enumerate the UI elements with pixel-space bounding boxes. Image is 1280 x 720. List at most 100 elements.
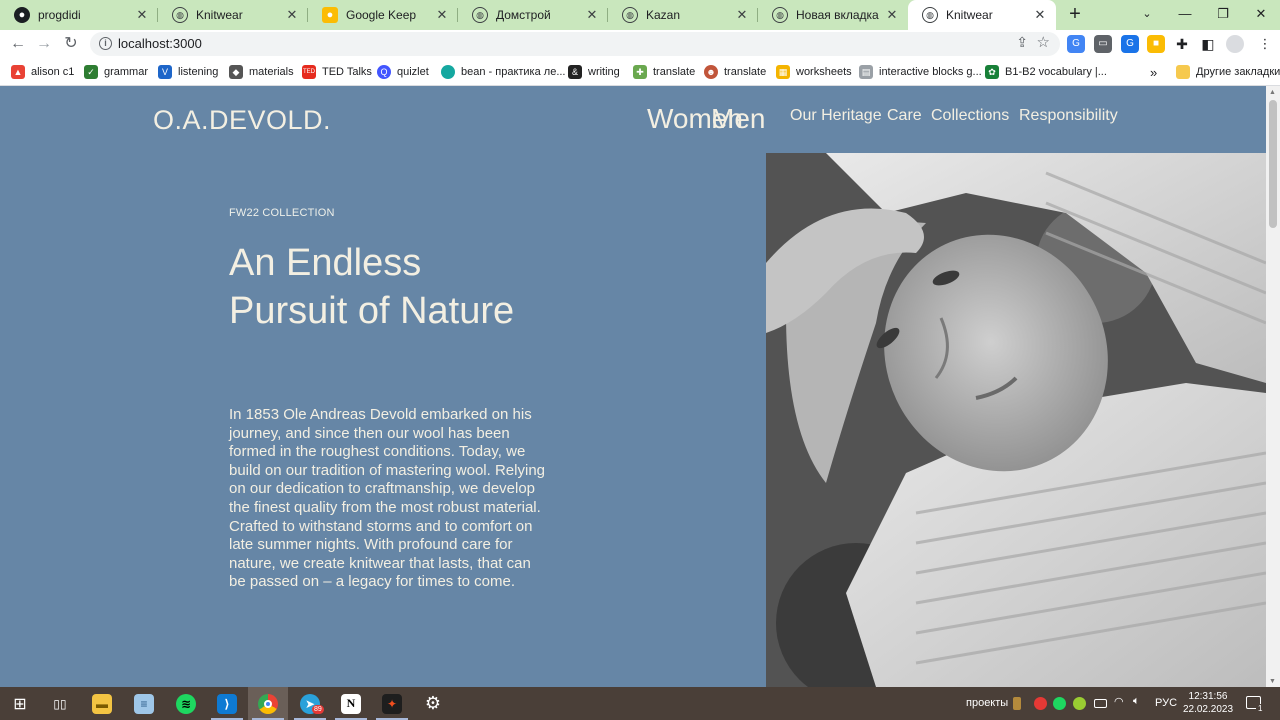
page-scrollbar[interactable]: ▲ ▼ [1266, 86, 1280, 687]
file-explorer-button[interactable]: ▬ [82, 687, 122, 720]
close-tab-icon[interactable]: ✕ [284, 7, 300, 23]
close-tab-icon[interactable]: ✕ [134, 7, 150, 23]
bookmark-icon: TED [302, 65, 316, 79]
site-logo[interactable]: O.A.DEVOLD. [153, 105, 331, 136]
cast-extension-icon[interactable]: ▭ [1094, 35, 1112, 53]
windows-start-button[interactable]: ⊞ [0, 687, 40, 720]
bookmark-label: materials [249, 66, 294, 78]
maximize-button[interactable]: ❐ [1204, 0, 1242, 30]
bookmark-icon: ☻ [704, 65, 718, 79]
github-icon: ● [14, 7, 30, 23]
site-info-icon[interactable]: i [99, 37, 112, 50]
task-view-button[interactable]: ▯▯ [40, 687, 80, 720]
close-tab-icon[interactable]: ✕ [1032, 7, 1048, 23]
tab-search-icon[interactable]: ⌄ [1128, 0, 1166, 30]
taskbar-clock[interactable]: 12:31:56 22.02.2023 [1178, 690, 1238, 716]
notion-button[interactable]: N [331, 687, 371, 720]
scrollbar-thumb[interactable] [1269, 100, 1277, 228]
scroll-down-arrow-icon[interactable]: ▼ [1269, 678, 1276, 685]
clock-time: 12:31:56 [1188, 691, 1228, 702]
volume-icon[interactable]: 🔈︎ [1133, 695, 1146, 708]
notepad-button[interactable]: ≡ [124, 687, 164, 720]
tray-spotify-icon[interactable] [1053, 697, 1066, 710]
wifi-icon[interactable]: ◠ [1114, 695, 1127, 708]
keep-icon: ● [322, 7, 338, 23]
new-tab-button[interactable]: + [1064, 3, 1086, 25]
nav-care[interactable]: Care [887, 107, 922, 125]
tab-title: Knitwear [946, 8, 993, 22]
forward-button[interactable]: → [33, 33, 55, 55]
address-bar[interactable]: i localhost:3000 ⇪ ☆ [90, 32, 1060, 56]
reload-button[interactable]: ↻ [60, 33, 82, 55]
address-url[interactable]: localhost:3000 [118, 36, 202, 51]
tab-kazan[interactable]: ◍ Kazan ✕ [608, 0, 758, 30]
side-panel-icon[interactable]: ◧ [1199, 35, 1217, 53]
tray-app-icon-2[interactable] [1073, 697, 1086, 710]
nav-collections[interactable]: Collections [931, 107, 1009, 125]
battery-icon[interactable] [1094, 699, 1107, 708]
close-tab-icon[interactable]: ✕ [884, 7, 900, 23]
menu-kebab-icon[interactable]: ⋮ [1256, 35, 1274, 53]
vscode-button[interactable]: ⟩ [207, 687, 247, 720]
profile-avatar[interactable] [1226, 35, 1244, 53]
close-tab-icon[interactable]: ✕ [584, 7, 600, 23]
bookmark-item[interactable]: ✿ B1-B2 vocabulary |... [985, 64, 1107, 80]
tray-app-icon[interactable] [1034, 697, 1047, 710]
bookmark-icon: & [568, 65, 582, 79]
other-bookmarks-label: Другие закладки [1196, 66, 1280, 78]
nav-responsibility[interactable]: Responsibility [1019, 107, 1118, 125]
other-bookmarks-folder[interactable]: Другие закладки [1176, 64, 1280, 80]
close-tab-icon[interactable]: ✕ [734, 7, 750, 23]
tray-toolbar-label[interactable]: проекты [966, 697, 1008, 709]
more-bookmarks-chevron[interactable]: » [1150, 64, 1157, 80]
bookmark-icon: ✚ [633, 65, 647, 79]
minimize-button[interactable]: — [1166, 0, 1204, 30]
close-tab-icon[interactable]: ✕ [434, 7, 450, 23]
bookmark-item[interactable]: ✓ grammar [84, 64, 148, 80]
bookmark-star-icon[interactable]: ☆ [1037, 33, 1050, 51]
tab-new-tab[interactable]: ◍ Новая вкладка ✕ [758, 0, 908, 30]
nav-men[interactable]: Men [711, 103, 765, 135]
bookmark-item[interactable]: ✚ translate [633, 64, 695, 80]
figma-button[interactable]: ✦ [372, 687, 412, 720]
extensions-puzzle-icon[interactable]: ✚ [1173, 35, 1191, 53]
hero-photo-woman-in-knit-sweater [766, 153, 1266, 687]
bookmark-item[interactable]: ▲ alison c1 [11, 64, 74, 80]
bookmark-item[interactable]: ☻ translate [704, 64, 766, 80]
tab-domstroy[interactable]: ◍ Домстрой ✕ [458, 0, 608, 30]
bookmark-item[interactable]: bean - практика ле... [441, 64, 566, 80]
bookmark-item[interactable]: & writing [568, 64, 620, 80]
telegram-button[interactable]: ➤ 89 [290, 687, 330, 720]
share-icon[interactable]: ⇪ [1016, 34, 1028, 51]
spotify-button[interactable]: ≋ [166, 687, 206, 720]
tab-knitwear-1[interactable]: ◍ Knitwear ✕ [158, 0, 308, 30]
translate-extension-icon[interactable]: G [1067, 35, 1085, 53]
bookmark-item[interactable]: ▤ interactive blocks g... [859, 64, 982, 80]
clock-date: 22.02.2023 [1182, 704, 1234, 715]
bookmark-item[interactable]: ▦ worksheets [776, 64, 852, 80]
scroll-up-arrow-icon[interactable]: ▲ [1269, 89, 1276, 96]
tab-google-keep[interactable]: ● Google Keep ✕ [308, 0, 458, 30]
tab-knitwear-active[interactable]: ◍ Knitwear ✕ [908, 0, 1056, 30]
close-window-button[interactable]: ✕ [1242, 0, 1280, 30]
tray-toolbar-icon[interactable] [1013, 697, 1021, 710]
keep-extension-icon[interactable]: ■ [1147, 35, 1165, 53]
bookmark-item[interactable]: ◆ materials [229, 64, 294, 80]
bookmark-item[interactable]: Qquizlet [377, 64, 429, 80]
globe-icon: ◍ [172, 7, 188, 23]
bookmark-icon: V [158, 65, 172, 79]
bookmark-item[interactable]: TED TED Talks [302, 64, 372, 80]
input-language[interactable]: РУС [1155, 697, 1177, 709]
bookmark-label: worksheets [796, 66, 852, 78]
bookmark-item[interactable]: Vlistening [158, 64, 218, 80]
browser-tab-strip: ● progdidi ✕ ◍ Knitwear ✕ ● Google Keep … [0, 0, 1280, 30]
folder-icon [1176, 65, 1190, 79]
tab-progdidi[interactable]: ● progdidi ✕ [0, 0, 158, 30]
back-button[interactable]: ← [7, 33, 29, 55]
grammar-extension-icon[interactable]: G [1121, 35, 1139, 53]
chrome-button[interactable] [248, 687, 288, 720]
settings-button[interactable]: ⚙ [413, 687, 453, 720]
tab-title: Google Keep [346, 8, 417, 22]
task-view-icon: ▯▯ [53, 696, 67, 711]
nav-our-heritage[interactable]: Our Heritage [790, 107, 882, 125]
